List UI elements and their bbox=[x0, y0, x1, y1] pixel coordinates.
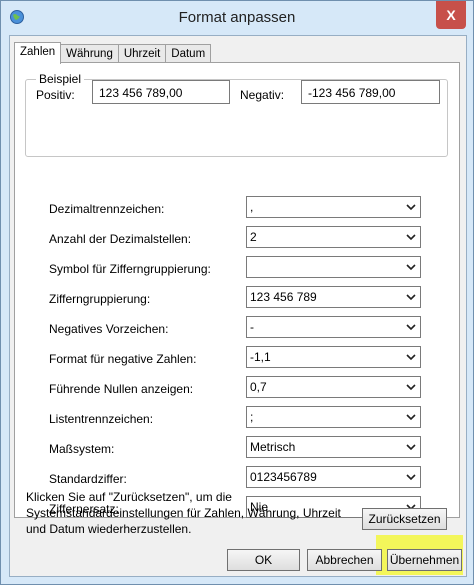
chevron-down-icon bbox=[406, 474, 416, 481]
positive-example-value: 123 456 789,00 bbox=[92, 80, 230, 104]
dialog-window: Format anpassen X Zahlen Währung Uhrzeit… bbox=[0, 0, 474, 585]
chevron-down-icon bbox=[406, 204, 416, 211]
dropdown-value: 0,7 bbox=[250, 380, 267, 394]
dropdown-value: 2 bbox=[250, 230, 257, 244]
chevron-down-icon bbox=[406, 354, 416, 361]
setting-label: Symbol für Zifferngruppierung: bbox=[49, 262, 211, 276]
dropdown-value: - bbox=[250, 320, 254, 334]
setting-label: Listentrennzeichen: bbox=[49, 412, 154, 426]
example-group: Beispiel Positiv: 123 456 789,00 Negativ… bbox=[25, 72, 448, 157]
leading-zero-dropdown[interactable]: 0,7 bbox=[246, 376, 421, 398]
decimal-separator-dropdown[interactable]: , bbox=[246, 196, 421, 218]
digit-grouping-symbol-dropdown[interactable] bbox=[246, 256, 421, 278]
dropdown-value: , bbox=[250, 200, 254, 214]
chevron-down-icon bbox=[406, 234, 416, 241]
cancel-button[interactable]: Abbrechen bbox=[307, 549, 382, 571]
example-group-label: Beispiel bbox=[36, 72, 85, 86]
tab-datum[interactable]: Datum bbox=[165, 44, 212, 63]
setting-label: Standardziffer: bbox=[49, 472, 127, 486]
dropdown-value: 123 456 789 bbox=[250, 290, 317, 304]
setting-label: Zifferngruppierung: bbox=[49, 292, 151, 306]
decimal-places-dropdown[interactable]: 2 bbox=[246, 226, 421, 248]
ok-button[interactable]: OK bbox=[227, 549, 300, 571]
close-button[interactable]: X bbox=[436, 1, 466, 29]
setting-label: Format für negative Zahlen: bbox=[49, 352, 197, 366]
setting-label: Führende Nullen anzeigen: bbox=[49, 382, 194, 396]
negative-label: Negativ: bbox=[240, 88, 285, 102]
dropdown-value: -1,1 bbox=[250, 350, 271, 364]
positive-label: Positiv: bbox=[36, 88, 75, 102]
chevron-down-icon bbox=[406, 444, 416, 451]
standard-digits-dropdown[interactable]: 0123456789 bbox=[246, 466, 421, 488]
tab-uhrzeit[interactable]: Uhrzeit bbox=[117, 44, 167, 63]
tab-strip: Zahlen Währung Uhrzeit Datum bbox=[14, 42, 212, 64]
chevron-down-icon bbox=[406, 324, 416, 331]
reset-button[interactable]: Zurücksetzen bbox=[362, 508, 447, 530]
dropdown-value: 0123456789 bbox=[250, 470, 317, 484]
apply-button[interactable]: Übernehmen bbox=[387, 549, 462, 571]
setting-label: Anzahl der Dezimalstellen: bbox=[49, 232, 192, 246]
window-title: Format anpassen bbox=[178, 9, 296, 26]
tab-waehrung[interactable]: Währung bbox=[60, 44, 119, 63]
list-separator-dropdown[interactable]: ; bbox=[246, 406, 421, 428]
setting-label: Dezimaltrennzeichen: bbox=[49, 202, 165, 216]
negative-example-value: -123 456 789,00 bbox=[301, 80, 440, 104]
reset-note: Klicken Sie auf "Zurücksetzen", um die S… bbox=[26, 490, 341, 536]
setting-label: Maßsystem: bbox=[49, 442, 115, 456]
measurement-system-dropdown[interactable]: Metrisch bbox=[246, 436, 421, 458]
chevron-down-icon bbox=[406, 294, 416, 301]
dropdown-value: ; bbox=[250, 410, 254, 424]
chevron-down-icon bbox=[406, 264, 416, 271]
close-icon: X bbox=[446, 7, 456, 23]
negative-sign-dropdown[interactable]: - bbox=[246, 316, 421, 338]
dialog-client-area: Zahlen Währung Uhrzeit Datum Beispiel Po… bbox=[9, 35, 467, 577]
digit-grouping-dropdown[interactable]: 123 456 789 bbox=[246, 286, 421, 308]
chevron-down-icon bbox=[406, 414, 416, 421]
tab-zahlen[interactable]: Zahlen bbox=[14, 42, 62, 64]
dropdown-value: Metrisch bbox=[250, 440, 296, 454]
negative-format-dropdown[interactable]: -1,1 bbox=[246, 346, 421, 368]
setting-label: Negatives Vorzeichen: bbox=[49, 322, 169, 336]
title-bar[interactable]: Format anpassen X bbox=[1, 1, 473, 35]
tab-panel-zahlen: Beispiel Positiv: 123 456 789,00 Negativ… bbox=[14, 62, 460, 518]
chevron-down-icon bbox=[406, 384, 416, 391]
